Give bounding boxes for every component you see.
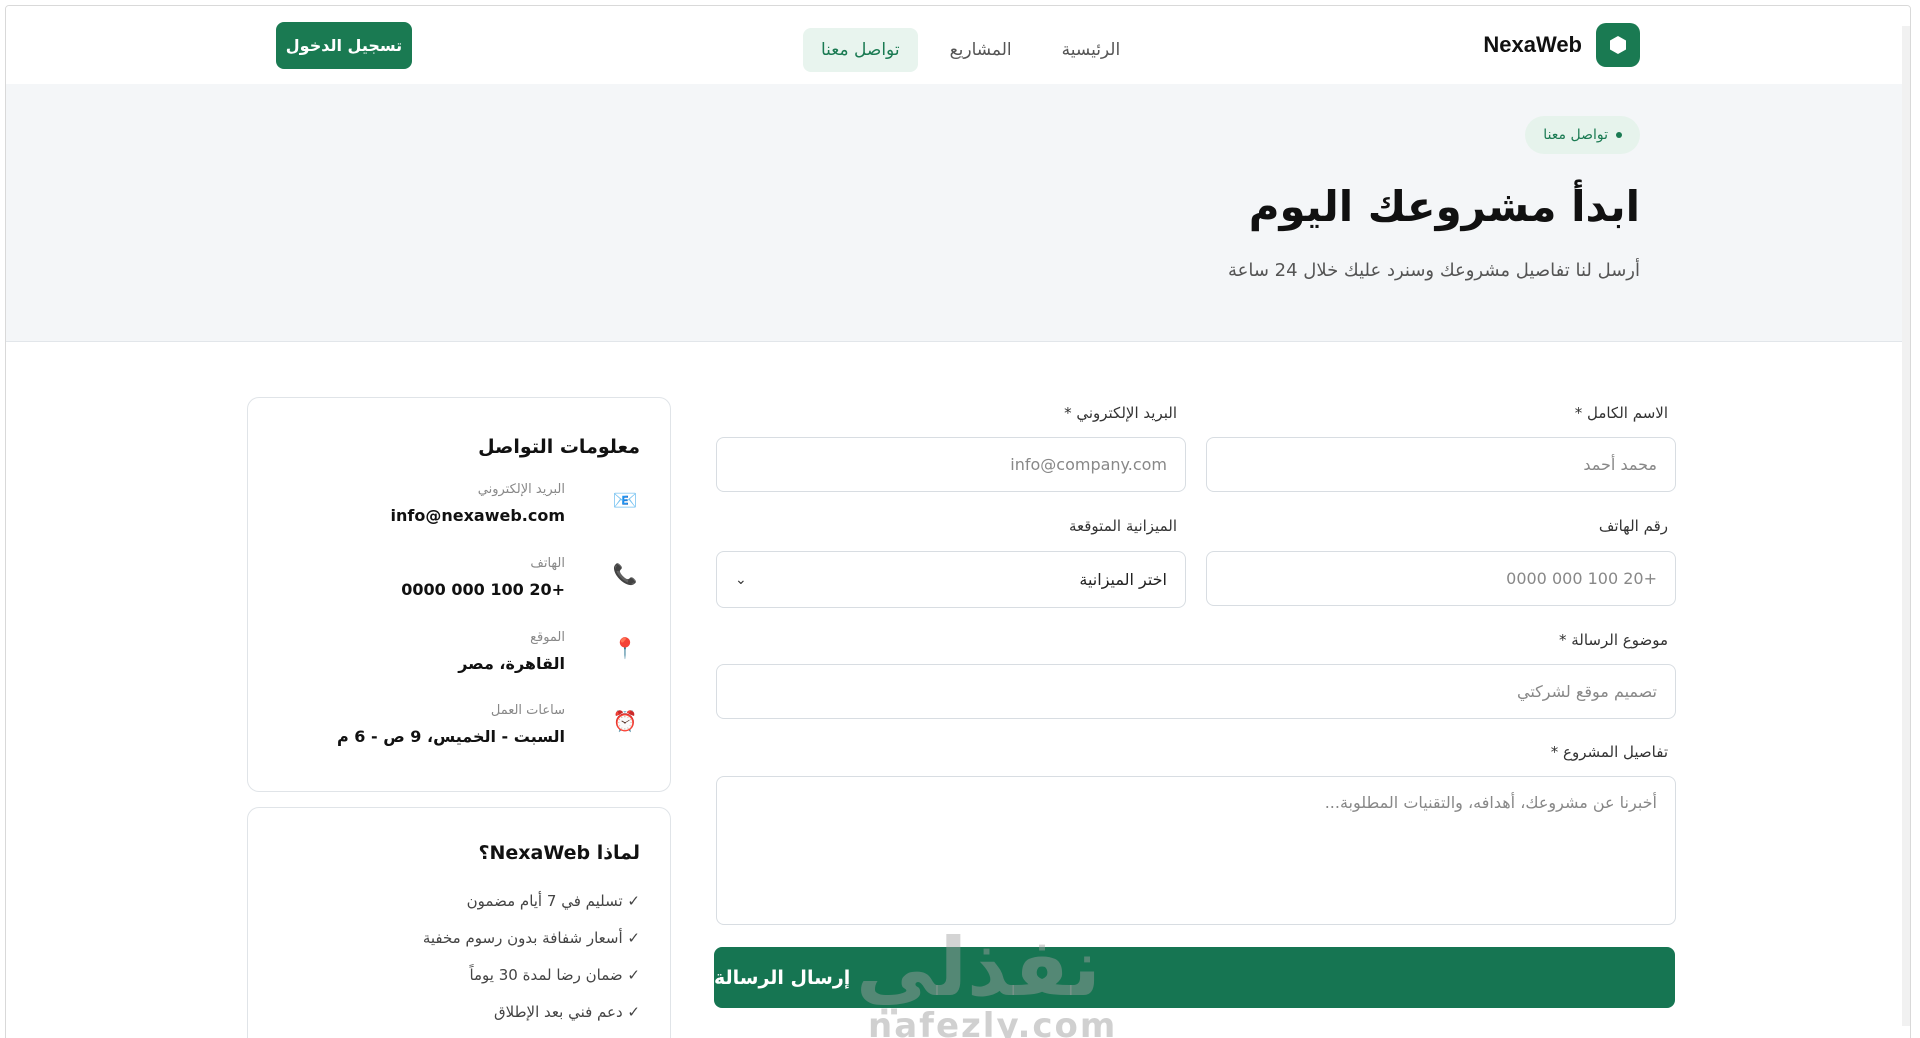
contact-hours-label: ساعات العمل [490, 703, 565, 718]
watermark-url: nafezly.com [868, 1006, 1118, 1038]
location-pin-icon: 📍 [612, 636, 638, 660]
budget-select[interactable]: اختر الميزانية ⌄ [716, 551, 1186, 608]
email-icon: 📧 [612, 488, 638, 512]
contact-hours-value: السبت - الخميس، 9 ص - 6 م [336, 727, 565, 746]
details-label: تفاصيل المشروع * [1550, 743, 1668, 761]
contact-email-label: البريد الإلكتروني [477, 482, 565, 497]
why-item: ✓ تسليم في 7 أيام مضمون [466, 892, 640, 910]
contact-location-value: القاهرة، مصر [458, 654, 565, 673]
watermark-text: نفذلي [856, 921, 1101, 1014]
budget-selected-value: اختر الميزانية [1079, 570, 1167, 589]
subject-input[interactable]: تصميم موقع لشركتي [716, 664, 1676, 719]
phone-label: رقم الهاتف [1598, 517, 1668, 535]
contact-phone-value[interactable]: +20 100 000 0000 [401, 580, 565, 599]
brand-name: NexaWeb [1483, 32, 1582, 57]
browser-viewport: NexaWeb الرئيسية المشاريع تواصل معنا تسج… [5, 5, 1911, 1038]
contact-email-row: 📧 البريد الإلكتروني info@nexaweb.com [280, 482, 640, 532]
why-item: ✓ أسعار شفافة بدون رسوم مخفية [422, 929, 640, 947]
contact-card-title: معلومات التواصل [478, 436, 640, 458]
alarm-clock-icon: ⏰ [612, 709, 638, 733]
name-label: الاسم الكامل * [1574, 404, 1668, 422]
contact-location-row: 📍 الموقع القاهرة، مصر [280, 630, 640, 680]
contact-email-value[interactable]: info@nexaweb.com [391, 506, 566, 525]
email-label: البريد الإلكتروني * [1064, 404, 1177, 422]
budget-label: الميزانية المتوقعة [1068, 517, 1177, 535]
name-input[interactable]: محمد أحمد [1206, 437, 1676, 492]
why-us-card: لماذا NexaWeb؟ ✓ تسليم في 7 أيام مضمون ✓… [247, 807, 671, 1038]
nav-home[interactable]: الرئيسية [1044, 28, 1139, 72]
nav-contact[interactable]: تواصل معنا [803, 27, 918, 72]
login-button[interactable]: تسجيل الدخول [276, 22, 412, 69]
brand-logo[interactable]: NexaWeb [1483, 23, 1640, 67]
details-textarea[interactable]: أخبرنا عن مشروعك، أهدافه، والتقنيات المط… [716, 776, 1676, 925]
page-subtitle: أرسل لنا تفاصيل مشروعك وسنرد عليك خلال 2… [1227, 260, 1640, 281]
why-card-title: لماذا NexaWeb؟ [478, 842, 640, 864]
phone-icon: 📞 [612, 562, 638, 586]
contact-hours-row: ⏰ ساعات العمل السبت - الخميس، 9 ص - 6 م [280, 703, 640, 753]
subject-label: موضوع الرسالة * [1558, 631, 1668, 649]
page-title: ابدأ مشروعك اليوم [1248, 182, 1640, 231]
phone-input[interactable]: +20 100 000 0000 [1206, 551, 1676, 606]
why-item: ✓ ضمان رضا لمدة 30 يوماً [469, 966, 640, 984]
vertical-scrollbar[interactable] [1902, 26, 1910, 1026]
brand-hexagon-icon [1596, 23, 1640, 67]
contact-phone-row: 📞 الهاتف +20 100 000 0000 [280, 556, 640, 606]
why-item: ✓ دعم فني بعد الإطلاق [494, 1003, 640, 1021]
email-input[interactable]: info@company.com [716, 437, 1186, 492]
contact-location-label: الموقع [530, 630, 565, 645]
top-navbar: NexaWeb الرئيسية المشاريع تواصل معنا تسج… [6, 6, 1910, 84]
chevron-down-icon: ⌄ [735, 571, 747, 588]
nav-projects[interactable]: المشاريع [932, 28, 1030, 72]
hero-tag-label: تواصل معنا [1543, 127, 1608, 143]
hero-section: تواصل معنا ابدأ مشروعك اليوم أرسل لنا تف… [6, 84, 1910, 342]
hero-tag-badge: تواصل معنا [1525, 116, 1640, 154]
dot-icon [1616, 132, 1622, 138]
main-nav: الرئيسية المشاريع تواصل معنا [803, 26, 1138, 73]
contact-phone-label: الهاتف [530, 556, 565, 571]
contact-info-card: معلومات التواصل 📧 البريد الإلكتروني info… [247, 397, 671, 792]
